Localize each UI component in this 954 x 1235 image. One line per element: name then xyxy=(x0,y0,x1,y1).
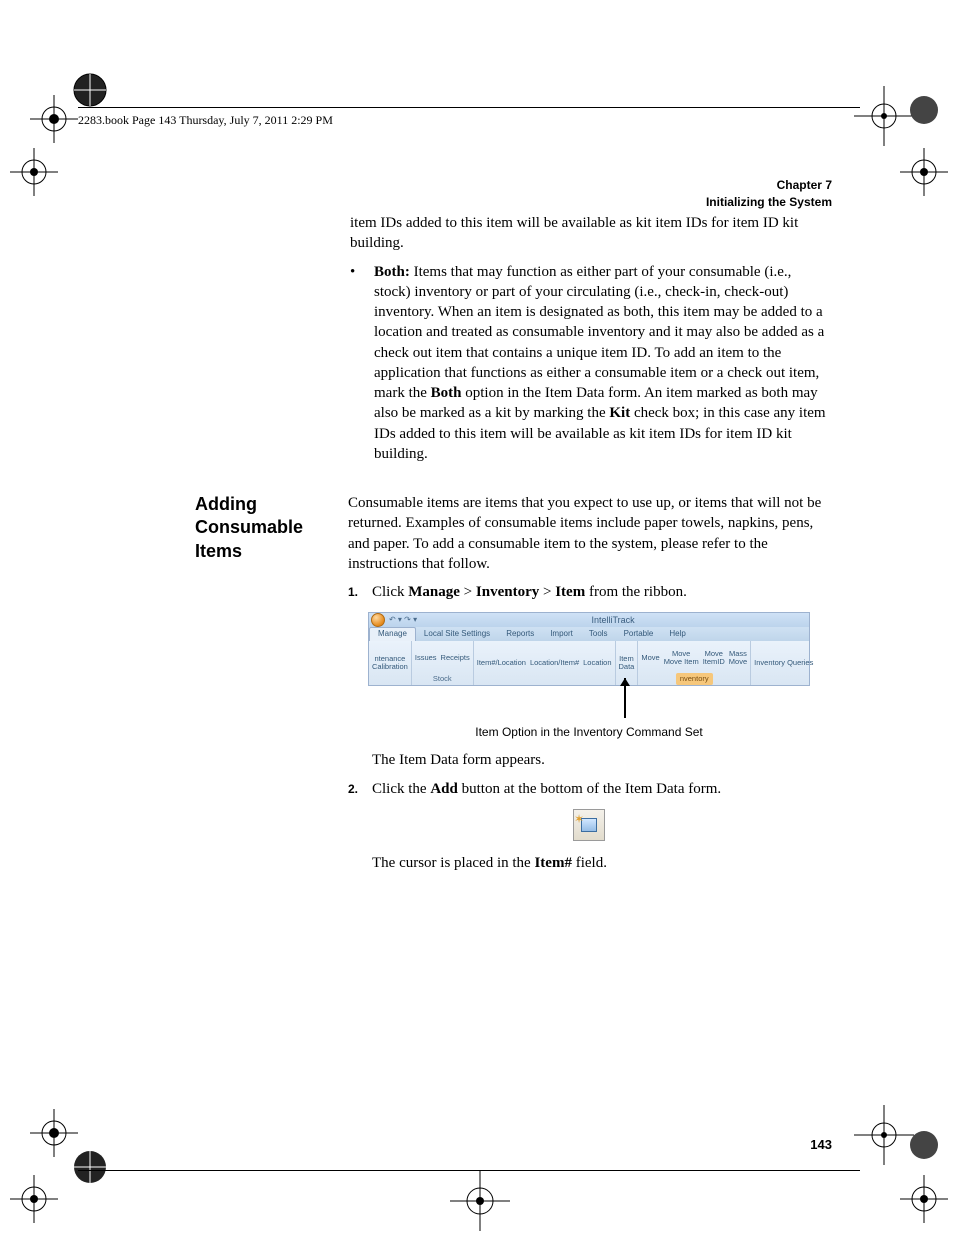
cmd-item-location: Item#/Location xyxy=(477,659,526,667)
ribbon-group-queries: Inventory Queries xyxy=(751,641,816,685)
tab-import: Import xyxy=(542,628,581,641)
section-heading: Adding Consumable Items xyxy=(195,493,325,563)
chapter-title: Initializing the System xyxy=(706,194,832,211)
group-label-inventory: nventory xyxy=(676,673,713,685)
crop-mark-icon xyxy=(10,148,58,196)
ribbon-group-item: Item Data xyxy=(616,641,639,685)
step-number: 2. xyxy=(348,779,362,799)
crop-mark-icon xyxy=(30,95,78,143)
group-label-stock: Stock xyxy=(433,673,452,685)
cmd-issues: Issues xyxy=(415,654,437,662)
sparkle-icon: ✶ xyxy=(574,811,584,827)
cmd-maintenance-calibration: ntenance Calibration xyxy=(372,655,408,672)
bullet-icon: • xyxy=(350,262,358,473)
ribbon-group-maintenance: ntenance Calibration xyxy=(369,641,412,685)
rule-line xyxy=(78,107,860,108)
tab-reports: Reports xyxy=(498,628,542,641)
step-1-text: Click Manage > Inventory > Item from the… xyxy=(372,582,687,602)
crop-mark-icon xyxy=(450,1171,510,1231)
crop-mark-icon xyxy=(900,148,948,196)
tab-help: Help xyxy=(661,628,693,641)
chapter-heading: Chapter 7 Initializing the System xyxy=(706,177,832,211)
cmd-move: Move xyxy=(641,654,659,662)
crop-mark-icon xyxy=(10,1175,58,1223)
cmd-inventory-queries: Inventory Queries xyxy=(754,659,813,667)
crop-mark-icon xyxy=(854,1105,914,1165)
cmd-location: Location xyxy=(583,659,611,667)
rule-line xyxy=(78,1170,860,1171)
crop-mark-icon xyxy=(60,60,120,120)
crop-mark-icon xyxy=(854,86,914,146)
tab-portable: Portable xyxy=(616,628,662,641)
crop-mark-icon xyxy=(30,1109,78,1157)
intro-fragment: item IDs added to this item will be avai… xyxy=(350,213,830,254)
tab-tools: Tools xyxy=(581,628,616,641)
section-intro: Consumable items are items that you expe… xyxy=(348,493,830,574)
cmd-mass-move: Mass Move xyxy=(729,650,747,667)
ribbon-group-lookups: Item#/Location Location/Item# Location xyxy=(474,641,616,685)
bullet-label: Both: xyxy=(374,264,410,280)
tab-local-site-settings: Local Site Settings xyxy=(416,628,498,641)
cmd-location-item: Location/Item# xyxy=(530,659,579,667)
after-figure-text: The Item Data form appears. xyxy=(372,750,830,770)
cursor-note: The cursor is placed in the Item# field. xyxy=(372,853,830,873)
quick-access-toolbar: ↶ ▾ ↷ ▾ xyxy=(389,615,417,626)
tab-manage: Manage xyxy=(369,627,416,641)
running-head: 2283.book Page 143 Thursday, July 7, 201… xyxy=(78,113,333,128)
cmd-item-data: Item Data xyxy=(619,655,635,672)
figure-caption: Item Option in the Inventory Command Set xyxy=(348,724,830,740)
bullet-both: Both: Items that may function as either … xyxy=(374,262,830,465)
ribbon-group-inventory: Move Move Move Item Move ItemID Mass Mov… xyxy=(638,641,751,685)
crop-mark-icon xyxy=(900,1175,948,1223)
cmd-move-move-item: Move Move Item xyxy=(664,650,699,667)
crop-mark-icon xyxy=(904,1125,944,1165)
add-button-icon: ✶ xyxy=(573,809,605,841)
step-number: 1. xyxy=(348,582,362,602)
app-title: IntelliTrack xyxy=(417,614,809,626)
page-number: 143 xyxy=(810,1137,832,1152)
cmd-receipts: Receipts xyxy=(441,654,470,662)
cmd-move-itemid: Move ItemID xyxy=(703,650,725,667)
ribbon-screenshot: ↶ ▾ ↷ ▾ IntelliTrack Manage Local Site S… xyxy=(368,612,808,718)
crop-mark-icon xyxy=(904,90,944,130)
chapter-label: Chapter 7 xyxy=(706,177,832,194)
ribbon-group-stock: Issues Receipts Stock xyxy=(412,641,474,685)
ribbon-tabs: Manage Local Site Settings Reports Impor… xyxy=(369,627,809,641)
office-orb-icon xyxy=(369,613,387,627)
step-2-text: Click the Add button at the bottom of th… xyxy=(372,779,721,799)
crop-mark-icon xyxy=(60,1137,120,1197)
